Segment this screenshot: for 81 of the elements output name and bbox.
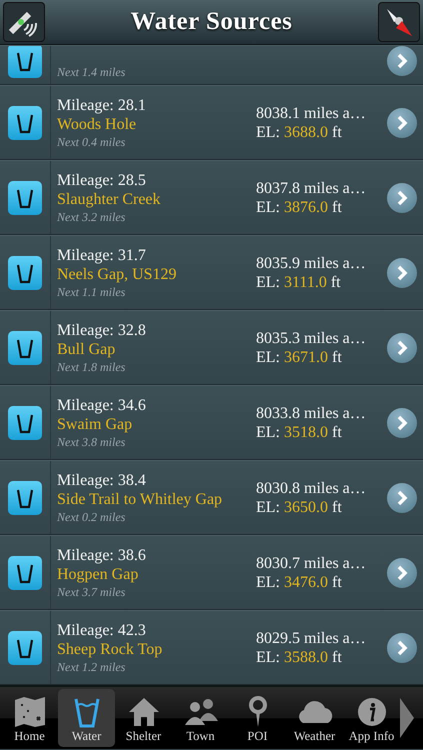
source-name: Bull Gap <box>57 340 116 358</box>
water-cup-icon <box>8 330 42 364</box>
tab[interactable]: Shelter <box>115 689 172 747</box>
source-name: Sheep Rock Top <box>57 640 164 658</box>
mileage-text: Mileage: 38.6 <box>57 546 147 564</box>
tab[interactable]: Home <box>1 689 58 747</box>
next-distance-text: Next 1.2 miles <box>57 658 126 674</box>
next-distance-text: Next 0.2 miles <box>57 508 126 524</box>
chevron-button[interactable] <box>387 558 417 588</box>
elevation-text: EL: 3518.0 ft <box>256 422 343 442</box>
compass-button[interactable] <box>378 2 420 42</box>
chevron-icon <box>395 340 409 356</box>
elevation-text: EL: 3588.0 ft <box>256 648 343 666</box>
gps-button[interactable] <box>3 2 45 42</box>
elevation-text: EL: 3876.0 ft <box>256 198 343 216</box>
chevron-button[interactable] <box>387 408 417 438</box>
distance-text: 8030.7 miles a… <box>256 554 367 572</box>
distance-text: 8038.1 miles a… <box>256 104 367 122</box>
next-distance-text: Next 1.1 miles <box>57 284 126 300</box>
elevation-text: EL: 3688.0 ft <box>256 122 343 142</box>
elevation-text: EL: 3111.0 ft <box>256 272 342 292</box>
distance-text: 8029.5 miles a… <box>256 628 367 648</box>
water-cup-icon <box>8 480 42 514</box>
chevron-button[interactable] <box>387 258 417 288</box>
next-distance-text: Next 3.2 miles <box>57 208 126 224</box>
mileage-text: Mileage: 28.5 <box>57 170 147 190</box>
mileage-text: Mileage: 38.4 <box>57 470 147 490</box>
chevron-button[interactable] <box>387 46 417 76</box>
house-icon <box>126 695 160 729</box>
mileage-text: Mileage: 32.8 <box>57 320 147 340</box>
chevron-icon <box>395 564 409 580</box>
distance-text: 8035.3 miles a… <box>256 328 367 348</box>
water-cup-icon <box>8 406 42 440</box>
chevron-icon <box>395 490 409 506</box>
source-name: Swaim Gap <box>57 414 134 434</box>
mileage-text: Mileage: 42.3 <box>57 620 147 640</box>
chevron-button[interactable] <box>387 182 417 212</box>
water-cup-icon <box>8 180 42 214</box>
chevron-button[interactable] <box>387 632 417 662</box>
chevron-icon <box>395 640 409 656</box>
tab[interactable]: Town <box>172 689 229 747</box>
tab[interactable]: Weather <box>286 689 343 747</box>
source-name: Woods Hole <box>57 114 138 134</box>
mileage-text: Mileage: 28.1 <box>57 96 147 114</box>
mileage-text: Mileage: 34.6 <box>57 396 147 414</box>
tab[interactable]: POI <box>229 689 286 747</box>
chevron-button[interactable] <box>387 482 417 512</box>
next-distance-text: Next 1.8 miles <box>57 358 126 374</box>
distance-text: 8030.8 miles a… <box>256 478 367 498</box>
compass-icon <box>384 6 414 38</box>
chevron-icon <box>395 53 409 69</box>
next-distance-text: Next 1.4 miles <box>57 64 126 80</box>
water-cup-icon <box>8 556 42 590</box>
source-name: Slaughter Creek <box>57 190 162 208</box>
source-name: Neels Gap, US129 <box>57 264 178 284</box>
elevation-text: EL: 3650.0 ft <box>256 498 343 516</box>
distance-text: 8033.8 miles a… <box>256 404 367 422</box>
chevron-icon <box>395 414 409 430</box>
chevron-icon <box>395 114 409 130</box>
elevation-text: EL: 3671.0 ft <box>256 348 343 366</box>
tab[interactable]: App Info <box>343 689 400 747</box>
tab[interactable]: Water <box>58 689 115 747</box>
chevron-button[interactable] <box>387 108 417 138</box>
water-cup-icon <box>8 106 42 140</box>
chevron-button[interactable] <box>387 332 417 362</box>
chevron-icon <box>395 190 409 206</box>
distance-text: 8035.9 miles a… <box>256 254 367 272</box>
next-distance-text: Next 3.7 miles <box>57 584 126 600</box>
next-distance-text: Next 0.4 miles <box>57 134 126 150</box>
distance-text: 8037.8 miles a… <box>256 178 367 198</box>
water-cup-icon <box>8 256 42 290</box>
source-name: Hogpen Gap <box>57 564 140 584</box>
water-cup-icon <box>8 630 42 664</box>
more-arrow-icon[interactable] <box>400 698 414 738</box>
chevron-icon <box>395 264 409 280</box>
mileage-text: Mileage: 31.7 <box>57 246 147 264</box>
map-icon <box>12 695 46 729</box>
elevation-text: EL: 3476.0 ft <box>256 572 343 592</box>
source-name: Side Trail to Whitley Gap <box>57 490 224 508</box>
window-title: Water Sources <box>130 8 292 36</box>
next-distance-text: Next 3.8 miles <box>57 434 126 450</box>
